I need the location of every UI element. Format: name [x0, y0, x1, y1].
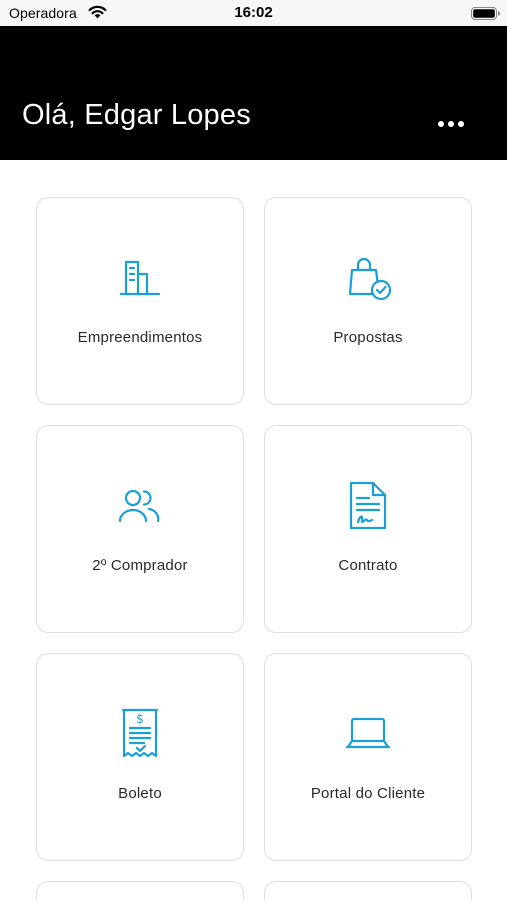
- menu-card-label: Boleto: [118, 785, 162, 802]
- more-dot-icon: [448, 121, 454, 127]
- menu-card-2o-comprador[interactable]: 2º Comprador: [36, 425, 244, 633]
- menu-card-label: Empreendimentos: [77, 329, 203, 346]
- status-time: 16:02: [234, 4, 273, 21]
- menu-card-empreendimentos[interactable]: Empreendimentos: [36, 197, 244, 405]
- menu-card-propostas[interactable]: Propostas: [264, 197, 472, 405]
- building-icon: [37, 250, 243, 304]
- users-icon: [37, 478, 243, 532]
- menu-card-partial[interactable]: [36, 881, 244, 900]
- receipt-dollar-icon: $: [37, 706, 243, 760]
- greeting-title: Olá, Edgar Lopes: [22, 99, 251, 131]
- app-header: Olá, Edgar Lopes: [0, 26, 507, 160]
- more-dot-icon: [438, 121, 444, 127]
- more-options-button[interactable]: [432, 112, 470, 136]
- menu-card-label: Propostas: [333, 329, 403, 346]
- menu-card-label: Portal do Cliente: [310, 785, 426, 802]
- laptop-icon: [265, 706, 471, 760]
- menu-card-contrato[interactable]: Contrato: [264, 425, 472, 633]
- menu-card-partial[interactable]: [264, 881, 472, 900]
- menu-card-label: 2º Comprador: [92, 557, 188, 574]
- menu-card-boleto[interactable]: $ Boleto: [36, 653, 244, 861]
- status-bar: Operadora 16:02: [0, 0, 507, 26]
- app-screen: Operadora 16:02 Olá, Edgar Lopes Empreen…: [0, 0, 507, 900]
- more-dot-icon: [458, 121, 464, 127]
- svg-text:$: $: [136, 712, 144, 726]
- shopping-bag-check-icon: [265, 250, 471, 304]
- menu-card-label: Contrato: [338, 557, 398, 574]
- menu-grid: Empreendimentos Propostas 2º Comprador C…: [36, 197, 472, 900]
- menu-card-portal-do-cliente[interactable]: Portal do Cliente: [264, 653, 472, 861]
- signed-document-icon: [265, 478, 471, 532]
- battery-icon: [471, 7, 500, 20]
